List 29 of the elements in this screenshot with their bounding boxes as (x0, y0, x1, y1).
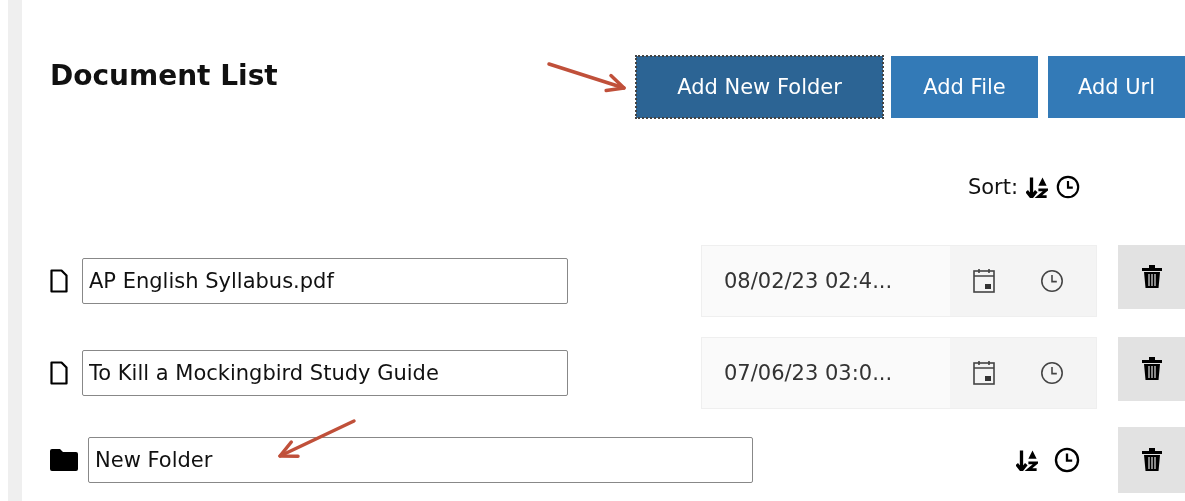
clock-icon[interactable] (1039, 361, 1064, 385)
clock-icon[interactable] (1056, 175, 1080, 199)
date-text: 08/02/23 02:4... (723, 269, 894, 293)
date-time-field[interactable]: 08/02/23 02:4... (701, 245, 1097, 317)
trash-icon (1141, 265, 1162, 289)
calendar-icon[interactable] (972, 361, 995, 385)
sort-alpha-icon[interactable] (1016, 449, 1038, 471)
name-field[interactable]: To Kill a Mockingbird Study Guide (82, 350, 568, 396)
file-icon (50, 361, 68, 385)
clock-icon[interactable] (1054, 447, 1080, 473)
add-button[interactable]: Add New Folder (636, 56, 883, 118)
name-field[interactable]: AP English Syllabus.pdf (82, 258, 568, 304)
date-text: 07/06/23 03:0... (723, 361, 894, 385)
add-button[interactable]: Add File (891, 56, 1038, 118)
add-button[interactable]: Add Url (1048, 56, 1185, 118)
file-icon (50, 269, 68, 293)
trash-icon (1141, 448, 1162, 472)
calendar-icon[interactable] (972, 269, 995, 293)
name-field[interactable]: New Folder (88, 437, 753, 483)
clock-icon[interactable] (1039, 269, 1064, 293)
delete-button[interactable] (1118, 427, 1185, 493)
folder-icon (50, 449, 78, 471)
delete-button[interactable] (1118, 337, 1185, 401)
trash-icon (1141, 357, 1162, 381)
sort-alpha-icon[interactable] (1026, 176, 1048, 198)
sort-label: Sort: (967, 175, 1018, 199)
delete-button[interactable] (1118, 245, 1185, 309)
page-title: Document List (50, 58, 278, 94)
date-time-field[interactable]: 07/06/23 03:0... (701, 337, 1097, 409)
